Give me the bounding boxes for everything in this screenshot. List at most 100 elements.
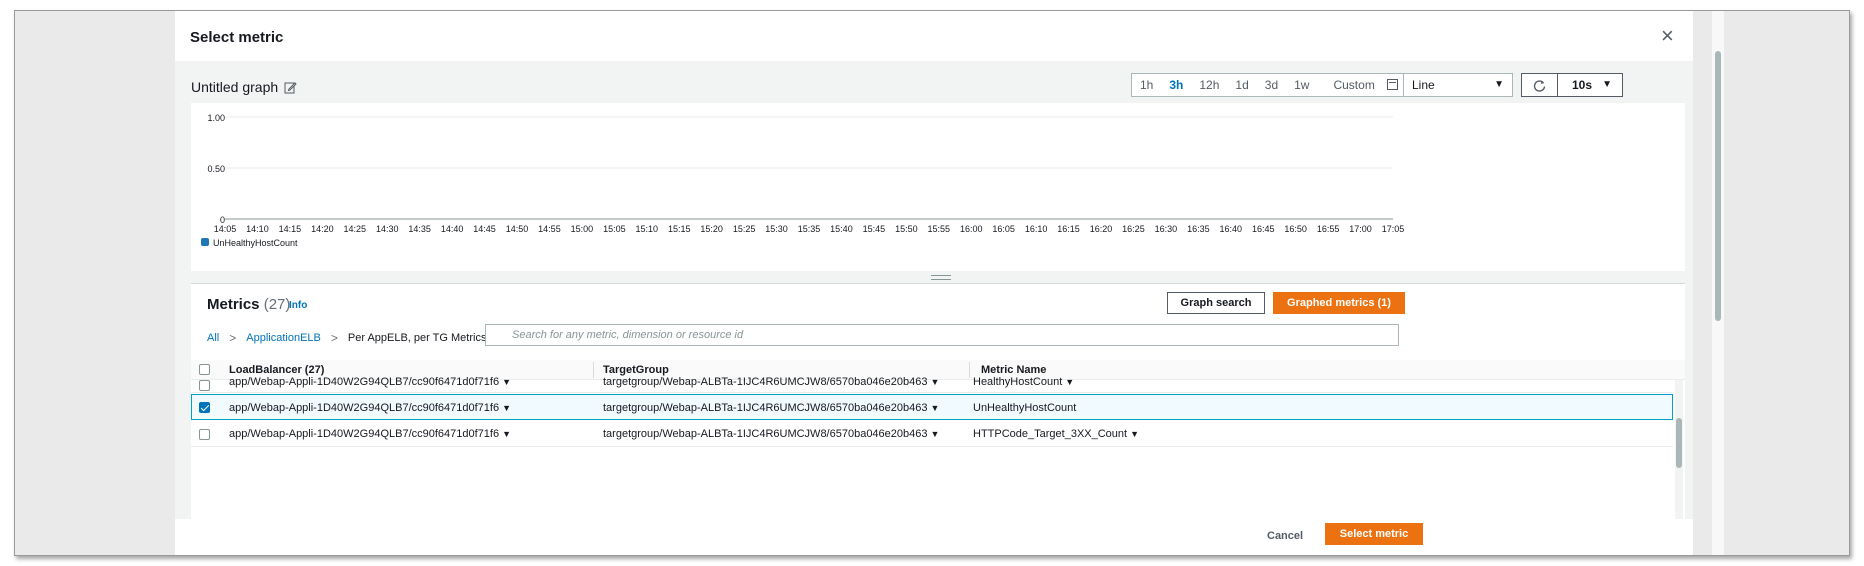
row-checkbox[interactable]: [199, 380, 210, 391]
time-range-12h[interactable]: 12h: [1191, 74, 1227, 96]
x-tick-label: 15:15: [668, 224, 691, 234]
metrics-table: LoadBalancer (27) TargetGroup Metric Nam…: [191, 360, 1685, 519]
time-range-1w[interactable]: 1w: [1286, 74, 1317, 96]
refresh-interval-select[interactable]: 10s ▼: [1558, 74, 1622, 96]
dropdown-icon[interactable]: ▼: [931, 377, 940, 387]
edit-icon[interactable]: [284, 81, 297, 94]
chart-type-select[interactable]: Line ▼: [1403, 73, 1513, 97]
chevron-down-icon: ▼: [1494, 79, 1504, 90]
metric-name-value: UnHealthyHostCount: [973, 402, 1077, 414]
x-tick-label: 16:40: [1220, 224, 1243, 234]
x-tick-label: 16:15: [1057, 224, 1080, 234]
chart-type-value: Line: [1412, 78, 1435, 92]
table-row[interactable]: app/Webap-Appli-1D40W2G94QLB7/cc90f6471d…: [191, 372, 1673, 393]
loadbalancer-cell: app/Webap-Appli-1D40W2G94QLB7/cc90f6471d…: [229, 376, 511, 388]
x-tick-label: 15:05: [603, 224, 626, 234]
row-checkbox-checked[interactable]: [199, 402, 210, 413]
row-checkbox[interactable]: [199, 429, 210, 440]
x-tick-label: 15:50: [895, 224, 918, 234]
dropdown-icon[interactable]: ▼: [502, 377, 511, 387]
graph-panel: 1.00 0.50 0 14:05 14:10 14:15 14:20 14:25 14:30 1…: [191, 103, 1685, 271]
x-tick-label: 15:40: [830, 224, 853, 234]
dropdown-icon[interactable]: ▼: [931, 403, 940, 413]
dialog-header: Select metric ×: [175, 11, 1693, 61]
line-chart: 1.000.50014:05 14:10 14:15 14:20 14:25 14:30 1…: [201, 113, 1404, 248]
table-row[interactable]: app/Webap-Appli-1D40W2G94QLB7/cc90f6471d…: [191, 421, 1673, 447]
loadbalancer-value: app/Webap-Appli-1D40W2G94QLB7/cc90f6471d…: [229, 402, 500, 414]
graph-title[interactable]: Untitled graph: [191, 79, 297, 95]
metric-name-cell: HTTPCode_Target_3XX_Count ▼: [973, 428, 1139, 440]
time-range-custom[interactable]: Custom: [1317, 74, 1405, 96]
x-tick-label: 15:35: [798, 224, 821, 234]
metrics-heading: Metrics (27): [207, 296, 290, 313]
metric-search-input[interactable]: Search for any metric, dimension or reso…: [485, 324, 1399, 346]
x-tick-label: 16:30: [1155, 224, 1178, 234]
x-tick-label: 16:55: [1317, 224, 1340, 234]
x-tick-label: 15:45: [863, 224, 886, 234]
x-tick-label: 16:35: [1187, 224, 1210, 234]
y-tick-label: 1.00: [207, 113, 225, 123]
resize-handle[interactable]: [931, 275, 951, 280]
cancel-button[interactable]: Cancel: [1267, 530, 1303, 542]
x-tick-label: 14:45: [473, 224, 496, 234]
dropdown-icon[interactable]: ▼: [1065, 377, 1074, 387]
x-tick-label: 15:25: [733, 224, 756, 234]
time-range-1h[interactable]: 1h: [1132, 74, 1161, 96]
dropdown-icon[interactable]: ▼: [931, 429, 940, 439]
dropdown-icon[interactable]: ▼: [502, 403, 511, 413]
metric-name-value: HealthyHostCount: [973, 376, 1063, 388]
graphed-metrics-button[interactable]: Graphed metrics (1): [1273, 292, 1405, 314]
metric-name-cell: HealthyHostCount ▼: [973, 376, 1074, 388]
close-icon[interactable]: ×: [1661, 25, 1674, 47]
graph-search-button[interactable]: Graph search: [1167, 292, 1265, 314]
breadcrumb-current: Per AppELB, per TG Metrics: [347, 332, 487, 344]
time-range-3h[interactable]: 3h: [1161, 74, 1191, 96]
x-tick-label: 14:40: [441, 224, 464, 234]
x-tick-label: 14:15: [279, 224, 302, 234]
targetgroup-value: targetgroup/Webap-ALBTa-1IJC4R6UMCJW8/65…: [603, 428, 928, 440]
table-scrollbar-thumb[interactable]: [1676, 418, 1682, 468]
x-tick-label: 15:20: [700, 224, 723, 234]
refresh-button[interactable]: [1522, 74, 1558, 96]
x-tick-label: 14:05: [214, 224, 237, 234]
legend-swatch: [201, 238, 209, 246]
x-tick-label: 16:20: [1090, 224, 1113, 234]
table-scrollbar[interactable]: [1675, 380, 1683, 519]
time-range-1d[interactable]: 1d: [1227, 74, 1256, 96]
metric-name-value: HTTPCode_Target_3XX_Count: [973, 428, 1128, 440]
dialog-footer: Cancel Select metric: [175, 519, 1693, 555]
dropdown-icon[interactable]: ▼: [502, 429, 511, 439]
dialog-content: Untitled graph 1h 3h 12h 1d 3d 1w Custom…: [175, 61, 1693, 519]
metrics-panel: Metrics (27) Info Graph search Graphed m…: [191, 283, 1685, 519]
chevron-right-icon: >: [330, 331, 338, 345]
refresh-interval-value: 10s: [1572, 78, 1593, 92]
page-scrollbar-thumb[interactable]: [1715, 51, 1721, 321]
x-tick-label: 16:00: [960, 224, 983, 234]
dropdown-icon[interactable]: ▼: [1130, 429, 1139, 439]
metrics-count: (27): [263, 296, 291, 313]
x-tick-label: 14:20: [311, 224, 334, 234]
breadcrumb-all[interactable]: All: [207, 332, 219, 344]
loadbalancer-cell: app/Webap-Appli-1D40W2G94QLB7/cc90f6471d…: [229, 402, 511, 414]
info-link[interactable]: Info: [289, 300, 307, 311]
select-metric-button[interactable]: Select metric: [1325, 523, 1423, 545]
screenshot-frame: Select metric × Untitled graph 1h 3h 12h…: [14, 10, 1850, 556]
x-tick-label: 16:50: [1284, 224, 1307, 234]
graph-title-text: Untitled graph: [191, 79, 279, 95]
x-tick-label: 17:00: [1349, 224, 1372, 234]
time-range-3d[interactable]: 3d: [1257, 74, 1286, 96]
x-tick-label: 15:10: [636, 224, 659, 234]
x-tick-label: 14:25: [344, 224, 367, 234]
table-row-selected[interactable]: app/Webap-Appli-1D40W2G94QLB7/cc90f6471d…: [191, 394, 1673, 420]
x-tick-label: 16:10: [1025, 224, 1048, 234]
dialog-title: Select metric: [190, 29, 284, 46]
refresh-control: 10s ▼: [1521, 73, 1623, 97]
targetgroup-cell: targetgroup/Webap-ALBTa-1IJC4R6UMCJW8/65…: [603, 402, 939, 414]
targetgroup-value: targetgroup/Webap-ALBTa-1IJC4R6UMCJW8/65…: [603, 376, 928, 388]
loadbalancer-value: app/Webap-Appli-1D40W2G94QLB7/cc90f6471d…: [229, 376, 500, 388]
calendar-icon: [1386, 79, 1398, 90]
y-tick-label: 0.50: [207, 164, 225, 174]
x-tick-label: 14:55: [538, 224, 561, 234]
breadcrumb-applicationelb[interactable]: ApplicationELB: [246, 332, 321, 344]
x-tick-label: 14:50: [506, 224, 529, 234]
